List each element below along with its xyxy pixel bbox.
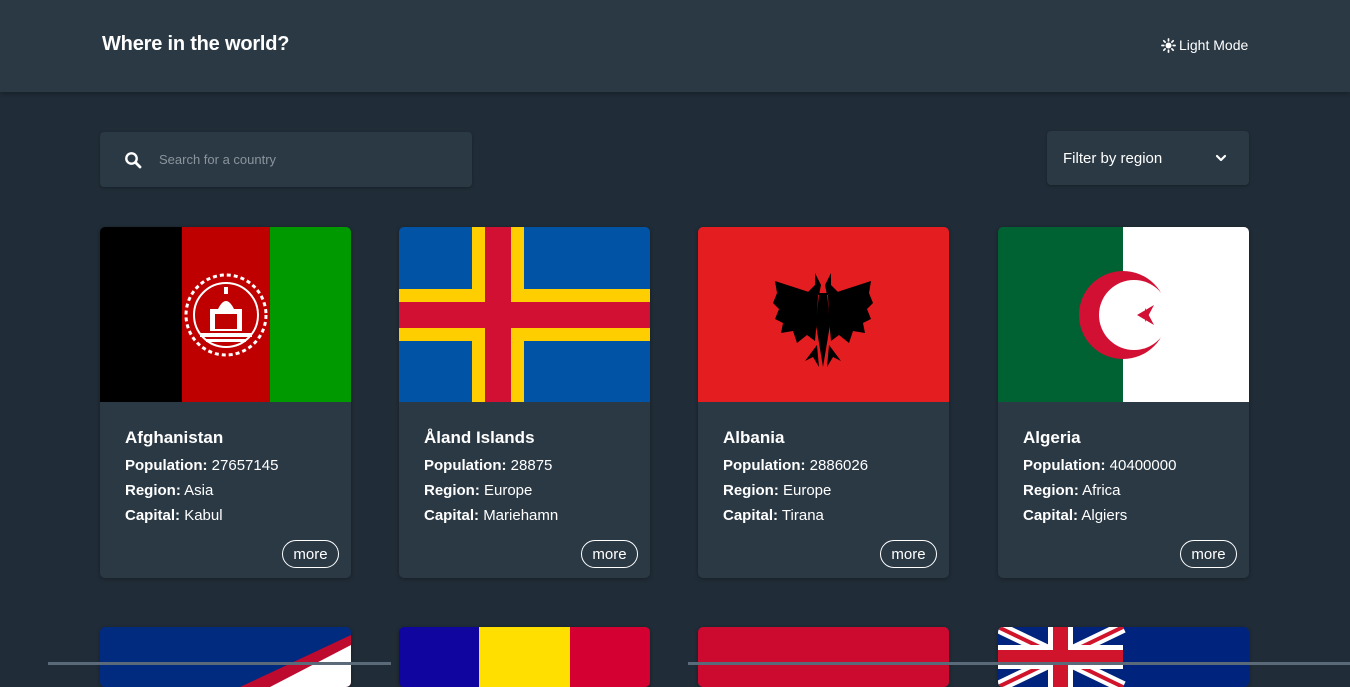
country-card[interactable] [100,627,351,687]
site-title: Where in the world? [102,33,290,55]
capital-row: Capital: Kabul [125,507,223,524]
population-row: Population: 27657145 [125,457,278,474]
sun-icon [1161,37,1176,53]
country-name: Åland Islands [424,428,535,447]
region-label: Region: [723,482,779,499]
capital-row: Capital: Tirana [723,507,824,524]
population-row: Population: 40400000 [1023,457,1176,474]
country-flag [998,227,1249,402]
country-flag [698,627,949,687]
region-label: Region: [125,482,181,499]
capital-row: Capital: Mariehamn [424,507,558,524]
search-input[interactable] [159,152,439,167]
country-flag [698,227,949,402]
country-card[interactable] [698,627,949,687]
country-card[interactable]: Algeria Population: 40400000 Region: Afr… [998,227,1249,578]
region-filter-dropdown[interactable]: Filter by region [1047,131,1249,185]
region-value: Africa [1082,482,1121,499]
region-value: Asia [184,482,214,499]
capital-label: Capital: [125,507,181,524]
region-label: Region: [424,482,480,499]
albania-flag-image [698,227,949,402]
country-name: Afghanistan [125,428,224,447]
chevron-down-icon [1215,154,1227,162]
theme-toggle-label: Light Mode [1179,37,1249,53]
population-label: Population: [723,457,806,474]
capital-value: Tirana [781,507,824,524]
aland-islands-flag-image [399,227,650,402]
algeria-flag-image [998,227,1249,402]
anguilla-flag-image [998,627,1249,687]
search-box [100,132,472,187]
capital-value: Kabul [184,507,223,524]
capital-value: Mariehamn [483,507,559,524]
region-value: Europe [484,482,533,499]
angola-flag-image [698,627,949,687]
country-card[interactable]: Åland Islands Population: 28875 Region: … [399,227,650,578]
country-flag [100,627,351,687]
more-button[interactable]: more [1180,540,1237,568]
region-label: Region: [1023,482,1079,499]
capital-row: Capital: Algiers [1023,507,1127,524]
region-value: Europe [783,482,832,499]
region-row: Region: Asia [125,482,213,499]
top-navbar: Where in the world? Light Mode [0,0,1350,92]
more-button[interactable]: more [880,540,937,568]
country-card[interactable] [998,627,1249,687]
country-card[interactable] [399,627,650,687]
country-name: Algeria [1023,428,1081,447]
population-row: Population: 2886026 [723,457,868,474]
country-flag [399,227,650,402]
afghanistan-flag-image [100,227,351,402]
population-value: 2886026 [809,457,869,474]
region-row: Region: Africa [1023,482,1121,499]
country-flag [100,227,351,402]
population-label: Population: [125,457,208,474]
population-row: Population: 28875 [424,457,552,474]
capital-label: Capital: [1023,507,1079,524]
region-filter-label: Filter by region [1063,149,1163,167]
capital-label: Capital: [723,507,779,524]
country-card[interactable]: Afghanistan Population: 27657145 Region:… [100,227,351,578]
country-flag [399,627,650,687]
region-row: Region: Europe [424,482,532,499]
population-value: 27657145 [211,457,279,474]
country-flag [998,627,1249,687]
andorra-flag-image [399,627,650,687]
theme-toggle-button[interactable]: Light Mode [1161,37,1248,53]
capital-label: Capital: [424,507,480,524]
more-button[interactable]: more [581,540,638,568]
capital-value: Algiers [1081,507,1128,524]
population-label: Population: [424,457,507,474]
population-value: 28875 [510,457,553,474]
search-icon [125,151,142,168]
american-samoa-flag-image [100,627,351,687]
more-button[interactable]: more [282,540,339,568]
country-name: Albania [723,428,785,447]
population-label: Population: [1023,457,1106,474]
country-card[interactable]: Albania Population: 2886026 Region: Euro… [698,227,949,578]
population-value: 40400000 [1109,457,1177,474]
region-row: Region: Europe [723,482,831,499]
